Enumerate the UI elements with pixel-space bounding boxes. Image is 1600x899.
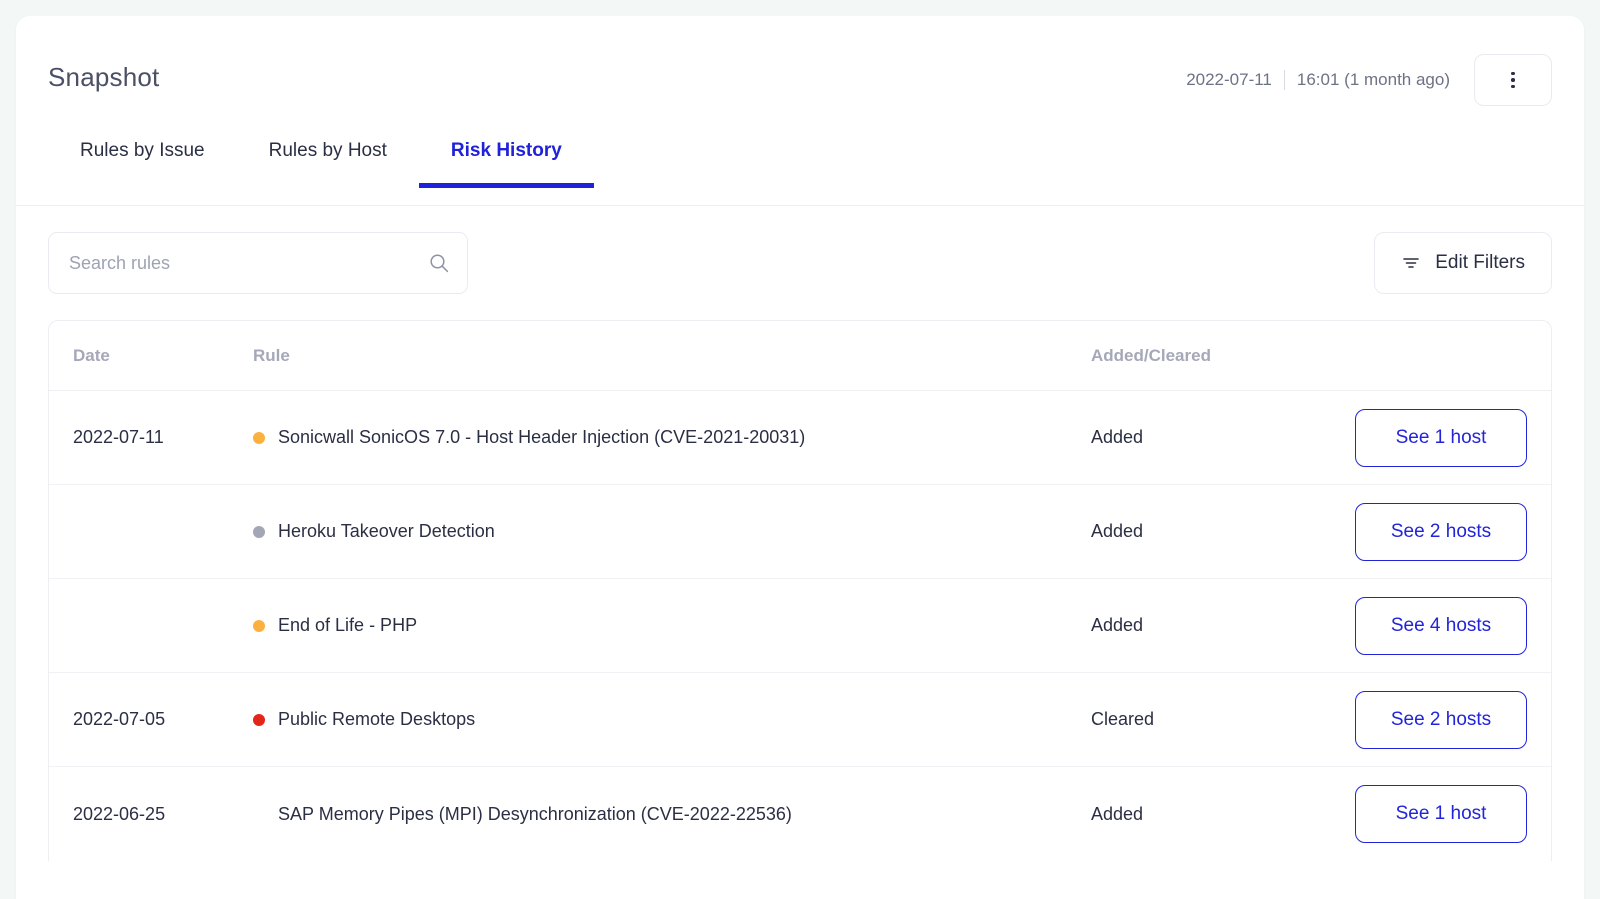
table-row: Heroku Takeover Detection Added See 2 ho… — [49, 485, 1551, 579]
search-input[interactable] — [48, 232, 468, 294]
rule-name: End of Life - PHP — [278, 615, 417, 636]
cell-state: Added — [1091, 427, 1341, 448]
tab-rules-by-issue[interactable]: Rules by Issue — [48, 128, 237, 188]
rule-name: Heroku Takeover Detection — [278, 521, 495, 542]
column-header-state: Added/Cleared — [1091, 346, 1341, 366]
cell-state: Cleared — [1091, 709, 1341, 730]
severity-dot-icon — [253, 526, 265, 538]
see-hosts-button[interactable]: See 1 host — [1355, 785, 1527, 843]
snapshot-card: Snapshot 2022-07-11 16:01 (1 month ago) … — [16, 16, 1584, 899]
rule-name: Sonicwall SonicOS 7.0 - Host Header Inje… — [278, 427, 805, 448]
cell-state: Added — [1091, 615, 1341, 636]
severity-dot-icon — [253, 432, 265, 444]
cell-state: Added — [1091, 521, 1341, 542]
tab-rules-by-host[interactable]: Rules by Host — [237, 128, 419, 188]
search-box — [48, 232, 468, 294]
table-row: 2022-07-05 Public Remote Desktops Cleare… — [49, 673, 1551, 767]
cell-action: See 2 hosts — [1341, 691, 1527, 749]
snapshot-time: 16:01 (1 month ago) — [1297, 70, 1450, 90]
card-header: Snapshot 2022-07-11 16:01 (1 month ago) — [16, 16, 1584, 128]
severity-dot-icon — [253, 714, 265, 726]
header-right-group: 2022-07-11 16:01 (1 month ago) — [1186, 54, 1552, 106]
rule-name: Public Remote Desktops — [278, 709, 475, 730]
see-hosts-button[interactable]: See 1 host — [1355, 409, 1527, 467]
cell-rule: Public Remote Desktops — [253, 709, 1091, 730]
column-header-rule: Rule — [253, 346, 1091, 366]
cell-rule: SAP Memory Pipes (MPI) Desynchronization… — [253, 804, 1091, 825]
see-hosts-button[interactable]: See 2 hosts — [1355, 691, 1527, 749]
table-row: End of Life - PHP Added See 4 hosts — [49, 579, 1551, 673]
kebab-menu-icon — [1511, 72, 1515, 89]
page-root: Snapshot 2022-07-11 16:01 (1 month ago) … — [0, 0, 1600, 899]
cell-action: See 4 hosts — [1341, 597, 1527, 655]
severity-dot-icon — [253, 808, 265, 820]
timestamp-divider — [1284, 70, 1285, 90]
table-row: 2022-06-25 SAP Memory Pipes (MPI) Desync… — [49, 767, 1551, 861]
filter-icon — [1401, 253, 1421, 273]
cell-date: 2022-07-11 — [73, 427, 253, 448]
cell-rule: Heroku Takeover Detection — [253, 521, 1091, 542]
see-hosts-button[interactable]: See 4 hosts — [1355, 597, 1527, 655]
cell-action: See 2 hosts — [1341, 503, 1527, 561]
severity-dot-icon — [253, 620, 265, 632]
edit-filters-label: Edit Filters — [1435, 252, 1525, 274]
cell-action: See 1 host — [1341, 409, 1527, 467]
see-hosts-button[interactable]: See 2 hosts — [1355, 503, 1527, 561]
cell-rule: End of Life - PHP — [253, 615, 1091, 636]
table-header-row: Date Rule Added/Cleared — [49, 321, 1551, 391]
cell-action: See 1 host — [1341, 785, 1527, 843]
more-options-button[interactable] — [1474, 54, 1552, 106]
cell-state: Added — [1091, 804, 1341, 825]
page-title: Snapshot — [48, 62, 159, 93]
tab-risk-history[interactable]: Risk History — [419, 128, 594, 188]
snapshot-timestamp: 2022-07-11 16:01 (1 month ago) — [1186, 70, 1450, 90]
table-row: 2022-07-11 Sonicwall SonicOS 7.0 - Host … — [49, 391, 1551, 485]
toolbar: Edit Filters — [16, 206, 1584, 320]
edit-filters-button[interactable]: Edit Filters — [1374, 232, 1552, 294]
rule-name: SAP Memory Pipes (MPI) Desynchronization… — [278, 804, 792, 825]
tab-bar: Rules by Issue Rules by Host Risk Histor… — [16, 128, 1584, 206]
column-header-date: Date — [73, 346, 253, 366]
risk-history-table: Date Rule Added/Cleared 2022-07-11 Sonic… — [48, 320, 1552, 861]
cell-rule: Sonicwall SonicOS 7.0 - Host Header Inje… — [253, 427, 1091, 448]
cell-date: 2022-07-05 — [73, 709, 253, 730]
snapshot-date: 2022-07-11 — [1186, 70, 1272, 90]
cell-date: 2022-06-25 — [73, 804, 253, 825]
